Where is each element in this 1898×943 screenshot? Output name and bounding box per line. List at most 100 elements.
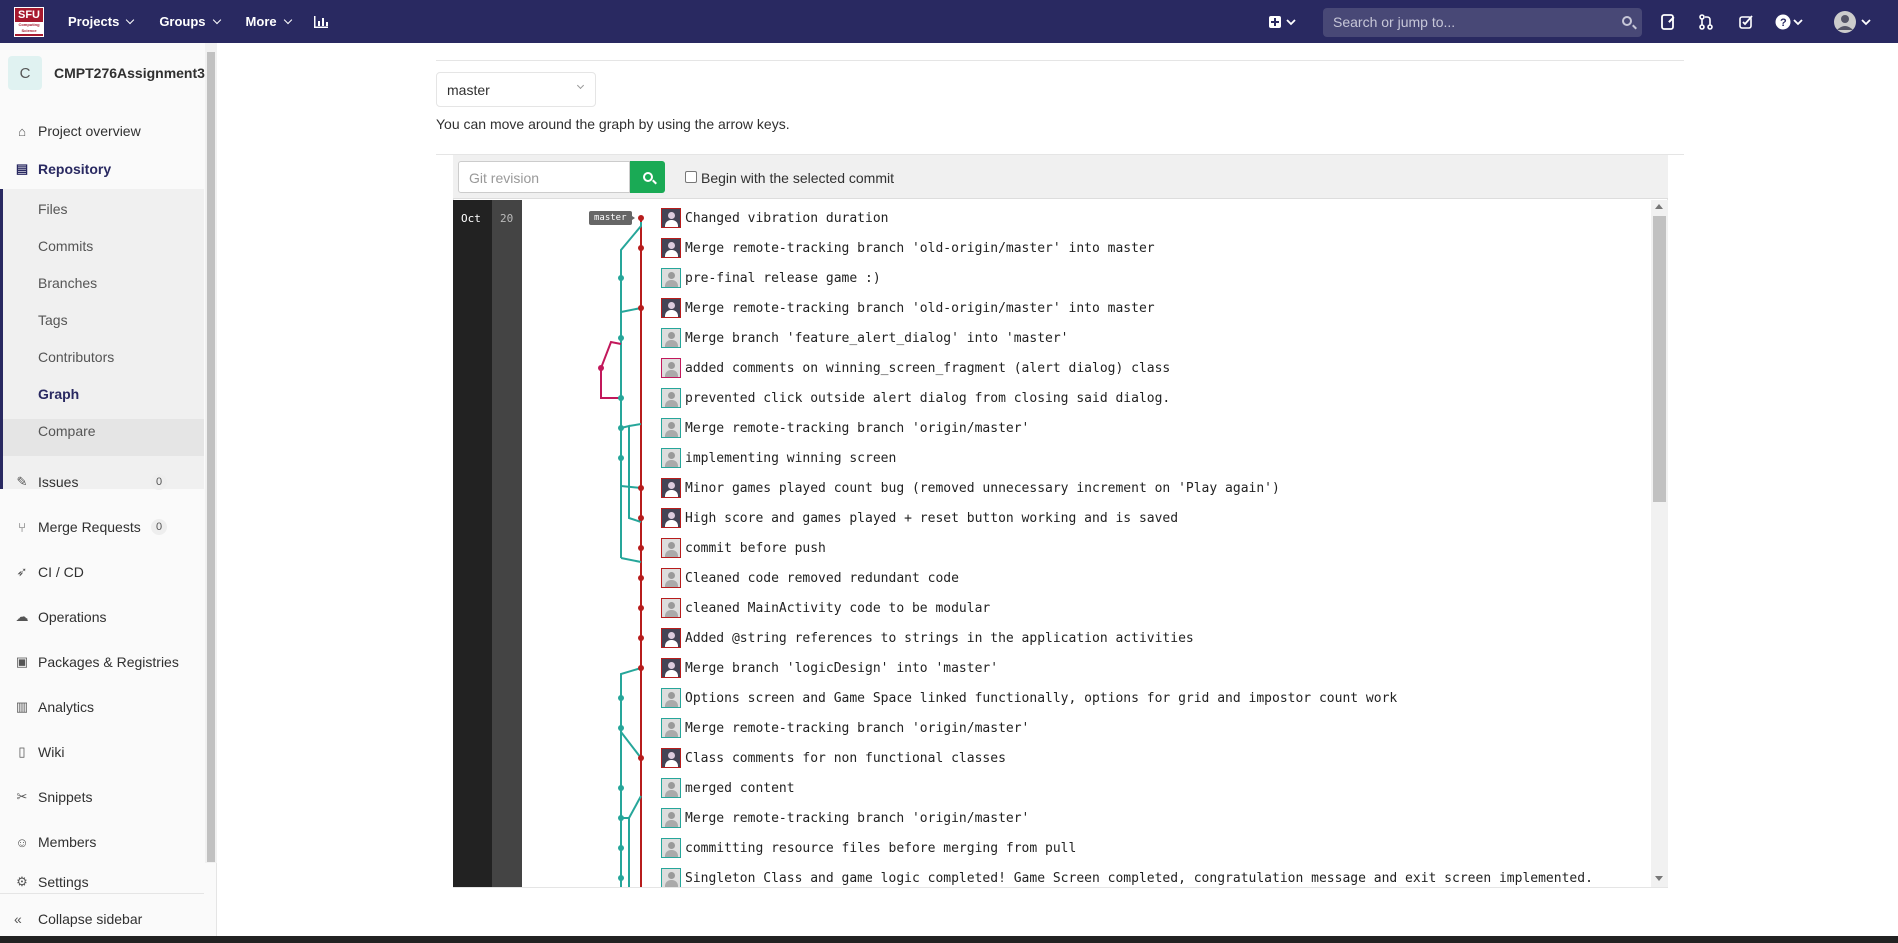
author-avatar: [661, 388, 681, 408]
commit-message: Class comments for non functional classe…: [685, 750, 1006, 766]
commit-row[interactable]: Merge remote-tracking branch 'origin/mas…: [661, 807, 1029, 829]
commit-row[interactable]: pre-final release game :): [661, 267, 881, 289]
help-icon[interactable]: ?: [1775, 7, 1805, 37]
commit-row[interactable]: Class comments for non functional classe…: [661, 747, 1006, 769]
chevron-down-icon: [283, 15, 292, 25]
begin-with-commit-label: Begin with the selected commit: [701, 170, 894, 186]
mr-count-badge: 0: [151, 519, 167, 535]
commit-row[interactable]: Merge remote-tracking branch 'origin/mas…: [661, 417, 1029, 439]
activity-chart-icon[interactable]: [313, 7, 329, 37]
sidebar-item-branches[interactable]: Branches: [38, 275, 97, 291]
commit-message: Cleaned code removed redundant code: [685, 570, 959, 586]
commit-node: [598, 365, 604, 371]
sidebar-item-overview[interactable]: ⌂ Project overview: [0, 116, 204, 146]
git-revision-input[interactable]: Git revision: [458, 161, 630, 193]
head-pointer-icon: [629, 214, 635, 222]
commit-row[interactable]: Options screen and Game Space linked fun…: [661, 687, 1397, 709]
issues-icon[interactable]: [1660, 7, 1676, 37]
commit-message: Merge remote-tracking branch 'old-origin…: [685, 240, 1155, 256]
gear-icon: ⚙: [16, 874, 28, 889]
sidebar-item-packages[interactable]: ▣ Packages & Registries: [0, 647, 204, 677]
sidebar-item-analytics[interactable]: ▥ Analytics: [0, 692, 204, 722]
author-avatar: [661, 778, 681, 798]
sidebar-item-tags[interactable]: Tags: [38, 312, 68, 328]
commit-row[interactable]: Merge remote-tracking branch 'old-origin…: [661, 297, 1155, 319]
merge-requests-icon[interactable]: [1698, 7, 1714, 37]
commit-row[interactable]: Added @string references to strings in t…: [661, 627, 1194, 649]
commit-row[interactable]: implementing winning screen: [661, 447, 896, 469]
user-avatar[interactable]: [1834, 7, 1874, 37]
commit-row[interactable]: Merge branch 'logicDesign' into 'master': [661, 657, 998, 679]
sidebar-item-graph[interactable]: Graph: [38, 386, 79, 402]
sidebar-item-commits[interactable]: Commits: [38, 238, 93, 254]
more-menu[interactable]: More: [246, 14, 292, 29]
author-avatar: [661, 298, 681, 318]
commit-row[interactable]: Cleaned code removed redundant code: [661, 567, 959, 589]
sidebar-item-operations[interactable]: ☁ Operations: [0, 602, 204, 632]
commit-row[interactable]: committing resource files before merging…: [661, 837, 1076, 859]
commit-row[interactable]: Minor games played count bug (removed un…: [661, 477, 1280, 499]
package-icon: ▣: [15, 654, 29, 669]
sidebar-item-snippets[interactable]: ✂ Snippets: [0, 782, 204, 812]
chevron-down-icon: [212, 15, 221, 25]
projects-menu[interactable]: Projects: [68, 14, 135, 29]
commit-row[interactable]: prevented click outside alert dialog fro…: [661, 387, 1170, 409]
graph-scrollbar-thumb[interactable]: [1653, 216, 1666, 502]
scroll-down-arrow-icon[interactable]: [1655, 876, 1663, 881]
author-avatar: [661, 718, 681, 738]
commit-node: [618, 395, 624, 401]
commit-row[interactable]: cleaned MainActivity code to be modular: [661, 597, 990, 619]
rocket-icon: ➶: [16, 564, 28, 579]
author-avatar: [661, 598, 681, 618]
bottom-bar: [0, 936, 1898, 943]
commit-row[interactable]: commit before push: [661, 537, 826, 559]
sidebar-scrollbar-thumb[interactable]: [207, 52, 215, 862]
commit-row[interactable]: High score and games played + reset butt…: [661, 507, 1178, 529]
users-icon: ☺: [15, 834, 29, 850]
commit-row[interactable]: Merge branch 'feature_alert_dialog' into…: [661, 327, 1069, 349]
new-item-icon[interactable]: [1268, 7, 1298, 37]
commit-message: added comments on winning_screen_fragmen…: [685, 360, 1171, 376]
sidebar-item-merge-requests[interactable]: ⑂ Merge Requests 0: [0, 512, 204, 542]
sidebar-item-members[interactable]: ☺ Members: [0, 827, 204, 857]
sidebar-item-compare[interactable]: Compare: [38, 423, 96, 439]
commit-message: merged content: [685, 780, 795, 796]
sidebar-item-settings[interactable]: ⚙ Settings: [0, 872, 204, 892]
search-input[interactable]: Search or jump to...: [1323, 8, 1642, 37]
todos-icon[interactable]: [1738, 7, 1754, 37]
commit-message: Merge remote-tracking branch 'origin/mas…: [685, 420, 1030, 436]
author-avatar: [661, 868, 681, 887]
sfu-logo[interactable]: SFU Computing Science: [14, 6, 44, 37]
branch-select[interactable]: master: [436, 72, 596, 107]
commit-node: [638, 605, 644, 611]
commit-row[interactable]: Singleton Class and game logic completed…: [661, 867, 1593, 887]
sidebar-item-cicd[interactable]: ➶ CI / CD: [0, 557, 204, 587]
commit-row[interactable]: Changed vibration duration: [661, 207, 889, 229]
sidebar-item-repository[interactable]: ▤ Repository: [0, 154, 204, 184]
active-item-highlight: [3, 419, 204, 456]
scroll-up-arrow-icon[interactable]: [1655, 204, 1663, 209]
search-icon: [1622, 16, 1632, 26]
commit-row[interactable]: added comments on winning_screen_fragmen…: [661, 357, 1170, 379]
commit-row[interactable]: Merge remote-tracking branch 'origin/mas…: [661, 717, 1029, 739]
groups-menu[interactable]: Groups: [159, 14, 221, 29]
begin-with-commit-checkbox[interactable]: [685, 171, 697, 183]
sidebar-item-issues[interactable]: ✎ Issues 0: [0, 467, 204, 497]
sidebar-item-contributors[interactable]: Contributors: [38, 349, 114, 365]
home-icon: ⌂: [18, 123, 26, 139]
sidebar-item-files[interactable]: Files: [38, 201, 68, 217]
author-avatar: [661, 268, 681, 288]
author-avatar: [661, 478, 681, 498]
commit-row[interactable]: merged content: [661, 777, 795, 799]
project-header[interactable]: C CMPT276Assignment3: [8, 56, 205, 90]
revision-search-button[interactable]: [630, 161, 665, 193]
sidebar-item-wiki[interactable]: ▯ Wiki: [0, 737, 204, 767]
network-graph[interactable]: Oct 20 master Changed vibration duration…: [453, 200, 1668, 887]
commit-node: [638, 305, 644, 311]
commit-node: [618, 725, 624, 731]
author-avatar: [661, 508, 681, 528]
document-icon: ▤: [15, 161, 29, 176]
project-avatar: C: [8, 56, 42, 90]
commit-row[interactable]: Merge remote-tracking branch 'old-origin…: [661, 237, 1155, 259]
project-name: CMPT276Assignment3: [54, 65, 205, 81]
